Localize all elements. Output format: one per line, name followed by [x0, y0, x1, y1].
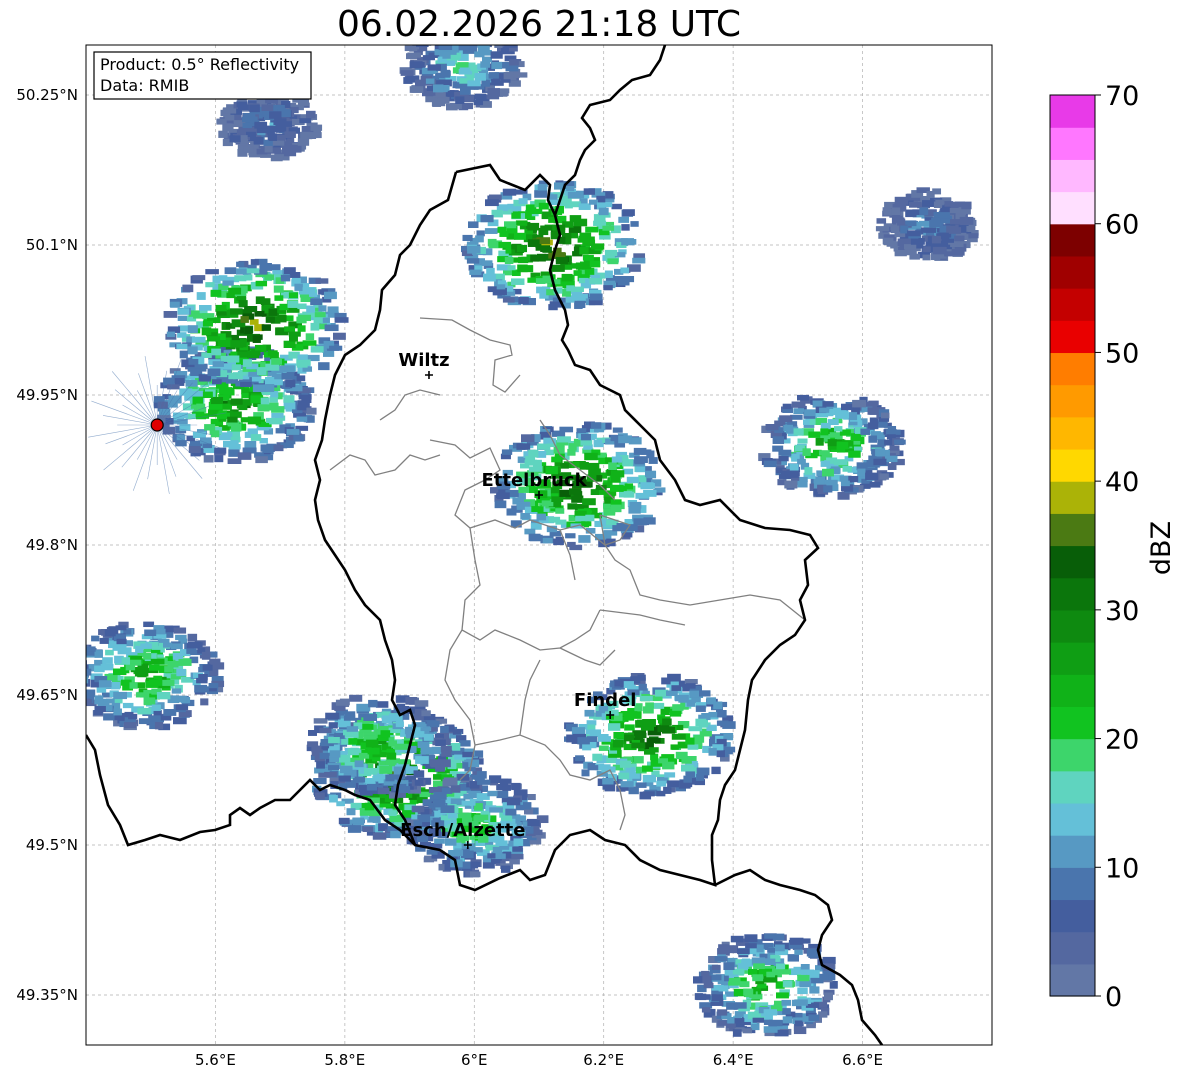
colorbar-bin [1050, 674, 1095, 707]
colorbar-bin [1050, 320, 1095, 354]
colorbar-tick-label: 30 [1105, 596, 1139, 627]
colorbar-bin [1050, 899, 1095, 933]
colorbar-bin [1050, 384, 1095, 418]
colorbar-tick-label: 60 [1105, 210, 1139, 241]
colorbar: 0 10 20 30 40 50 60 70 dBZ [1049, 81, 1177, 1013]
colorbar-bin [1050, 159, 1095, 193]
colorbar-bin [1050, 288, 1095, 321]
colorbar-bin [1050, 802, 1095, 836]
colorbar-bin [1050, 223, 1095, 257]
colorbar-bin [1050, 127, 1095, 160]
colorbar-bin [1050, 95, 1095, 128]
colorbar-bin [1050, 577, 1095, 611]
colorbar-bins [1050, 95, 1095, 997]
colorbar-bin [1050, 609, 1095, 643]
colorbar-bin [1050, 448, 1095, 482]
colorbar-bin [1050, 642, 1095, 675]
colorbar-bin [1050, 738, 1095, 772]
colorbar-tick-label: 70 [1105, 81, 1139, 112]
colorbar-bin [1050, 481, 1095, 514]
colorbar-bin [1050, 931, 1095, 965]
colorbar-bin [1050, 352, 1095, 386]
colorbar-bin [1050, 706, 1095, 740]
colorbar-bin [1050, 963, 1095, 997]
colorbar-ticks: 0 10 20 30 40 50 60 70 [1095, 81, 1139, 1013]
colorbar-bin [1050, 770, 1095, 804]
colorbar-label: dBZ [1146, 521, 1177, 575]
colorbar-bin [1050, 867, 1095, 901]
colorbar-bin [1050, 191, 1095, 225]
colorbar-tick-label: 20 [1105, 725, 1139, 756]
colorbar-bin [1050, 255, 1095, 289]
colorbar-bin [1050, 835, 1095, 868]
colorbar-tick-label: 40 [1105, 467, 1139, 498]
colorbar-tick-label: 0 [1105, 982, 1122, 1013]
colorbar-bin [1050, 416, 1095, 450]
colorbar-bin [1050, 545, 1095, 579]
colorbar-bin [1050, 513, 1095, 547]
colorbar-tick-label: 10 [1105, 853, 1139, 884]
colorbar-tick-label: 50 [1105, 338, 1139, 369]
